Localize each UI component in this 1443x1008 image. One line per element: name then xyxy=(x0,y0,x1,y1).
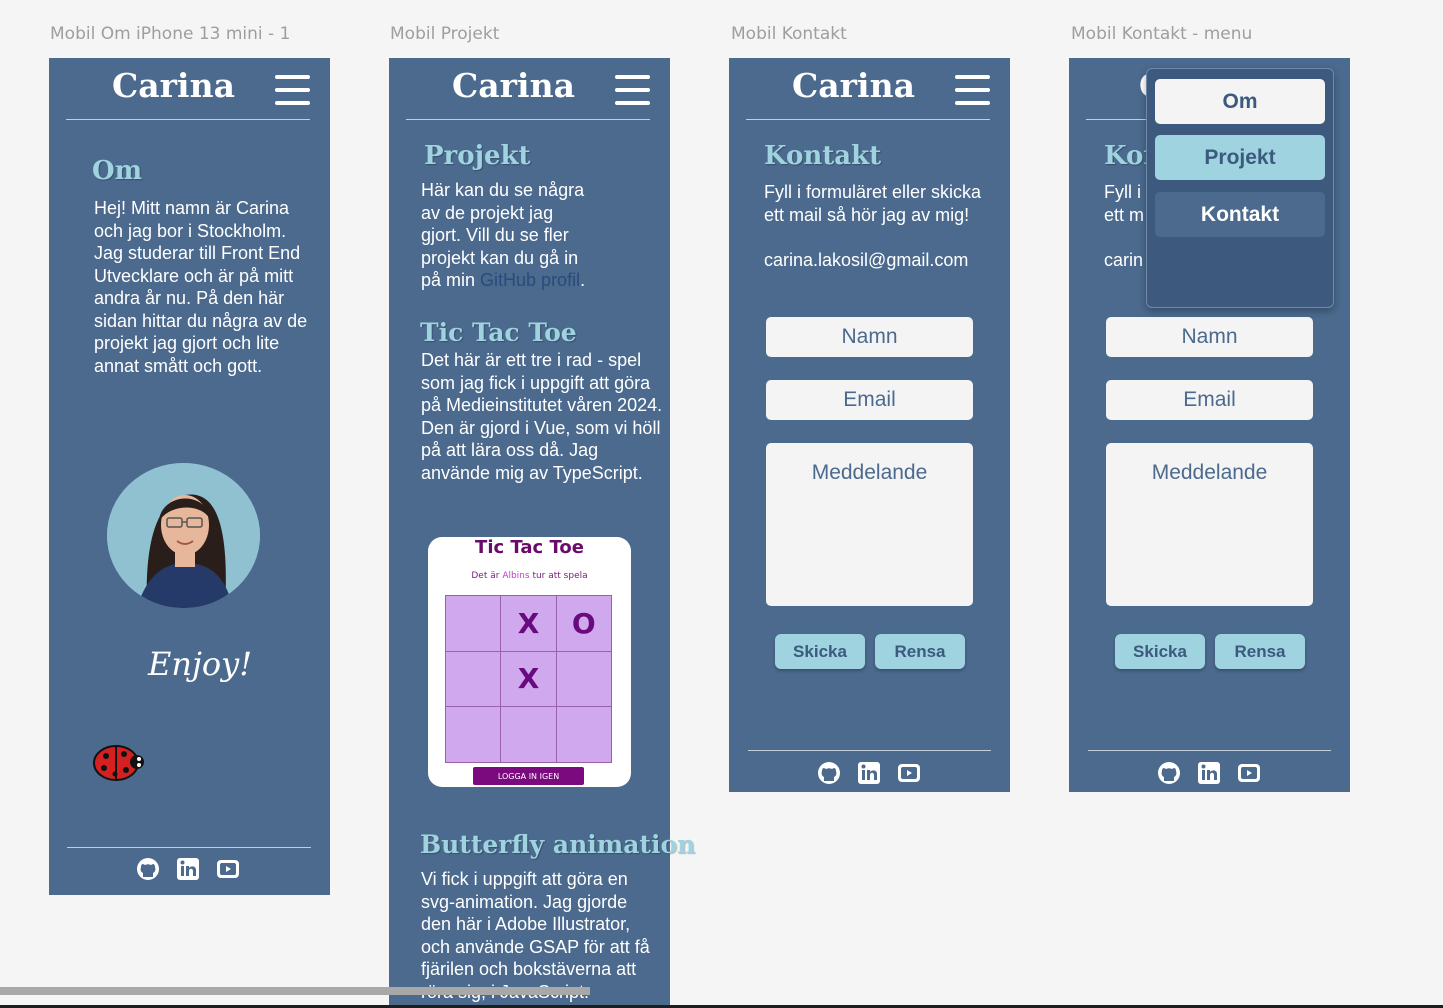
ttt-cell[interactable] xyxy=(446,651,501,707)
github-profile-link[interactable]: GitHub profil xyxy=(480,270,580,290)
horizontal-scrollbar[interactable] xyxy=(0,987,590,995)
ttt-cell[interactable]: X xyxy=(501,651,556,707)
kontakt-heading: Kontakt xyxy=(764,141,882,171)
header-divider xyxy=(406,119,650,120)
ttt-cell[interactable] xyxy=(556,651,611,707)
ttt-cell[interactable]: X xyxy=(501,596,556,651)
kontakt-email[interactable]: carina.lakosil@gmail.com xyxy=(764,249,1004,272)
ttt-login-button[interactable]: LOGGA IN IGEN xyxy=(473,767,584,785)
header-divider xyxy=(746,119,990,120)
frame-label-kontakt: Mobil Kontakt xyxy=(731,24,847,44)
name-field[interactable]: Namn xyxy=(766,317,973,357)
github-icon[interactable] xyxy=(816,760,842,786)
email-field[interactable]: Email xyxy=(766,380,973,420)
hamburger-menu-icon[interactable] xyxy=(275,75,310,107)
header-divider xyxy=(66,119,310,120)
github-icon[interactable] xyxy=(135,856,161,882)
ttt-heading: Tic Tac Toe xyxy=(420,318,577,347)
om-heading: Om xyxy=(92,156,143,186)
send-button[interactable]: Skicka xyxy=(1115,634,1205,669)
ttt-grid: X O X xyxy=(445,595,612,763)
menu-item-om[interactable]: Om xyxy=(1155,79,1325,124)
ttt-screenshot[interactable]: Tic Tac Toe Det är Albins tur att spela … xyxy=(428,537,631,787)
message-field[interactable]: Meddelande xyxy=(766,443,973,606)
linkedin-icon[interactable] xyxy=(175,856,201,882)
butterfly-heading: Butterfly animation xyxy=(420,830,696,859)
ttt-cell[interactable] xyxy=(446,596,501,651)
projekt-intro-prefix: på min xyxy=(421,270,481,290)
linkedin-icon[interactable] xyxy=(1196,760,1222,786)
projekt-intro-line: av de projekt jag xyxy=(421,202,554,223)
footer-icons xyxy=(816,760,922,786)
ttt-cell[interactable]: O xyxy=(556,596,611,651)
signature-text: Enjoy! xyxy=(148,645,253,683)
hamburger-menu-icon[interactable] xyxy=(615,75,650,107)
footer-divider xyxy=(67,847,311,848)
email-field[interactable]: Email xyxy=(1106,380,1313,420)
ladybug-icon xyxy=(93,745,144,781)
ttt-turn-text: Det är Albins tur att spela xyxy=(471,571,588,581)
name-field[interactable]: Namn xyxy=(1106,317,1313,357)
youtube-icon[interactable] xyxy=(1236,760,1262,786)
avatar xyxy=(107,463,260,608)
ttt-text: Det här är ett tre i rad - spel som jag … xyxy=(421,350,663,483)
footer-divider xyxy=(748,750,991,751)
footer-icons xyxy=(135,856,241,882)
site-title[interactable]: Carina xyxy=(373,66,654,105)
send-button[interactable]: Skicka xyxy=(775,634,865,669)
frame-label-projekt: Mobil Projekt xyxy=(390,24,500,44)
site-title[interactable]: Carina xyxy=(33,66,314,105)
projekt-intro: Här kan du se några av de projekt jag gj… xyxy=(421,179,661,292)
frame-label-kontakt-menu: Mobil Kontakt - menu xyxy=(1071,24,1253,44)
site-title[interactable]: Carina xyxy=(713,66,994,105)
frame-label-om: Mobil Om iPhone 13 mini - 1 xyxy=(50,24,291,44)
om-text: Hej! Mitt namn är Carina och jag bor i S… xyxy=(94,198,308,376)
footer-divider xyxy=(1088,750,1331,751)
github-icon[interactable] xyxy=(1156,760,1182,786)
projekt-intro-line: Här kan du se några xyxy=(421,180,585,200)
message-field[interactable]: Meddelande xyxy=(1106,443,1313,606)
menu-item-projekt[interactable]: Projekt xyxy=(1155,135,1325,180)
youtube-icon[interactable] xyxy=(896,760,922,786)
nav-dropdown-menu: Om Projekt Kontakt xyxy=(1146,68,1334,308)
menu-item-kontakt[interactable]: Kontakt xyxy=(1155,192,1325,237)
projekt-intro-suffix: . xyxy=(580,270,586,290)
ttt-cell[interactable] xyxy=(556,707,611,762)
footer-icons xyxy=(1156,760,1262,786)
ttt-cell[interactable] xyxy=(501,707,556,762)
ttt-cell[interactable] xyxy=(446,707,501,762)
butterfly-text: Vi fick i uppgift att göra en svg-animat… xyxy=(421,869,650,1002)
projekt-heading: Projekt xyxy=(424,141,531,171)
projekt-intro-line: gjort. Vill du se fler xyxy=(421,225,569,245)
youtube-icon[interactable] xyxy=(215,856,241,882)
clear-button[interactable]: Rensa xyxy=(875,634,965,669)
linkedin-icon[interactable] xyxy=(856,760,882,786)
projekt-intro-line: projekt kan du gå in xyxy=(421,247,579,268)
hamburger-menu-icon[interactable] xyxy=(955,75,990,107)
clear-button[interactable]: Rensa xyxy=(1215,634,1305,669)
kontakt-text: Fyll i formuläret eller skicka ett mail … xyxy=(764,182,982,225)
ttt-card-title: Tic Tac Toe xyxy=(475,537,584,558)
